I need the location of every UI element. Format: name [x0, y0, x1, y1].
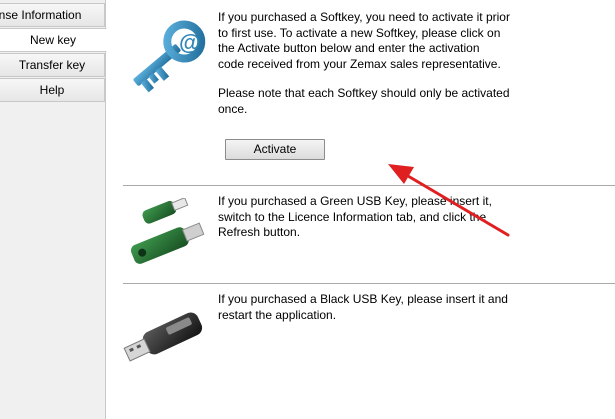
sidebar: ense Information New key Transfer key He…: [0, 0, 107, 419]
tab-new-key-label: New key: [29, 33, 76, 47]
tab-help[interactable]: Help: [0, 78, 105, 102]
sidebar-divider: [105, 0, 106, 419]
green-usb-key-icon: [130, 198, 205, 264]
softkey-instructions: If you purchased a Softkey, you need to …: [218, 10, 510, 71]
softkey-note: Please note that each Softkey should onl…: [218, 86, 510, 116]
tab-help-label: Help: [39, 83, 65, 97]
svg-text:@: @: [179, 30, 200, 55]
key-at-icon: @: [133, 20, 206, 93]
section-divider: [123, 283, 615, 284]
new-key-panel: @ If you purchased a Softkey, you need t…: [107, 0, 615, 419]
tab-license-information[interactable]: ense Information: [0, 3, 105, 27]
black-usb-instructions: If you purchased a Black USB Key, please…: [218, 292, 508, 322]
activate-button[interactable]: Activate: [225, 139, 325, 160]
section-divider: [123, 185, 615, 186]
black-usb-key-icon: [123, 312, 203, 362]
tab-transfer-key-label: Transfer key: [18, 58, 86, 72]
green-usb-instructions: If you purchased a Green USB Key, please…: [218, 194, 492, 239]
tab-new-key[interactable]: New key: [0, 28, 107, 52]
tab-license-information-label: ense Information: [0, 8, 82, 22]
tab-transfer-key[interactable]: Transfer key: [0, 53, 105, 77]
